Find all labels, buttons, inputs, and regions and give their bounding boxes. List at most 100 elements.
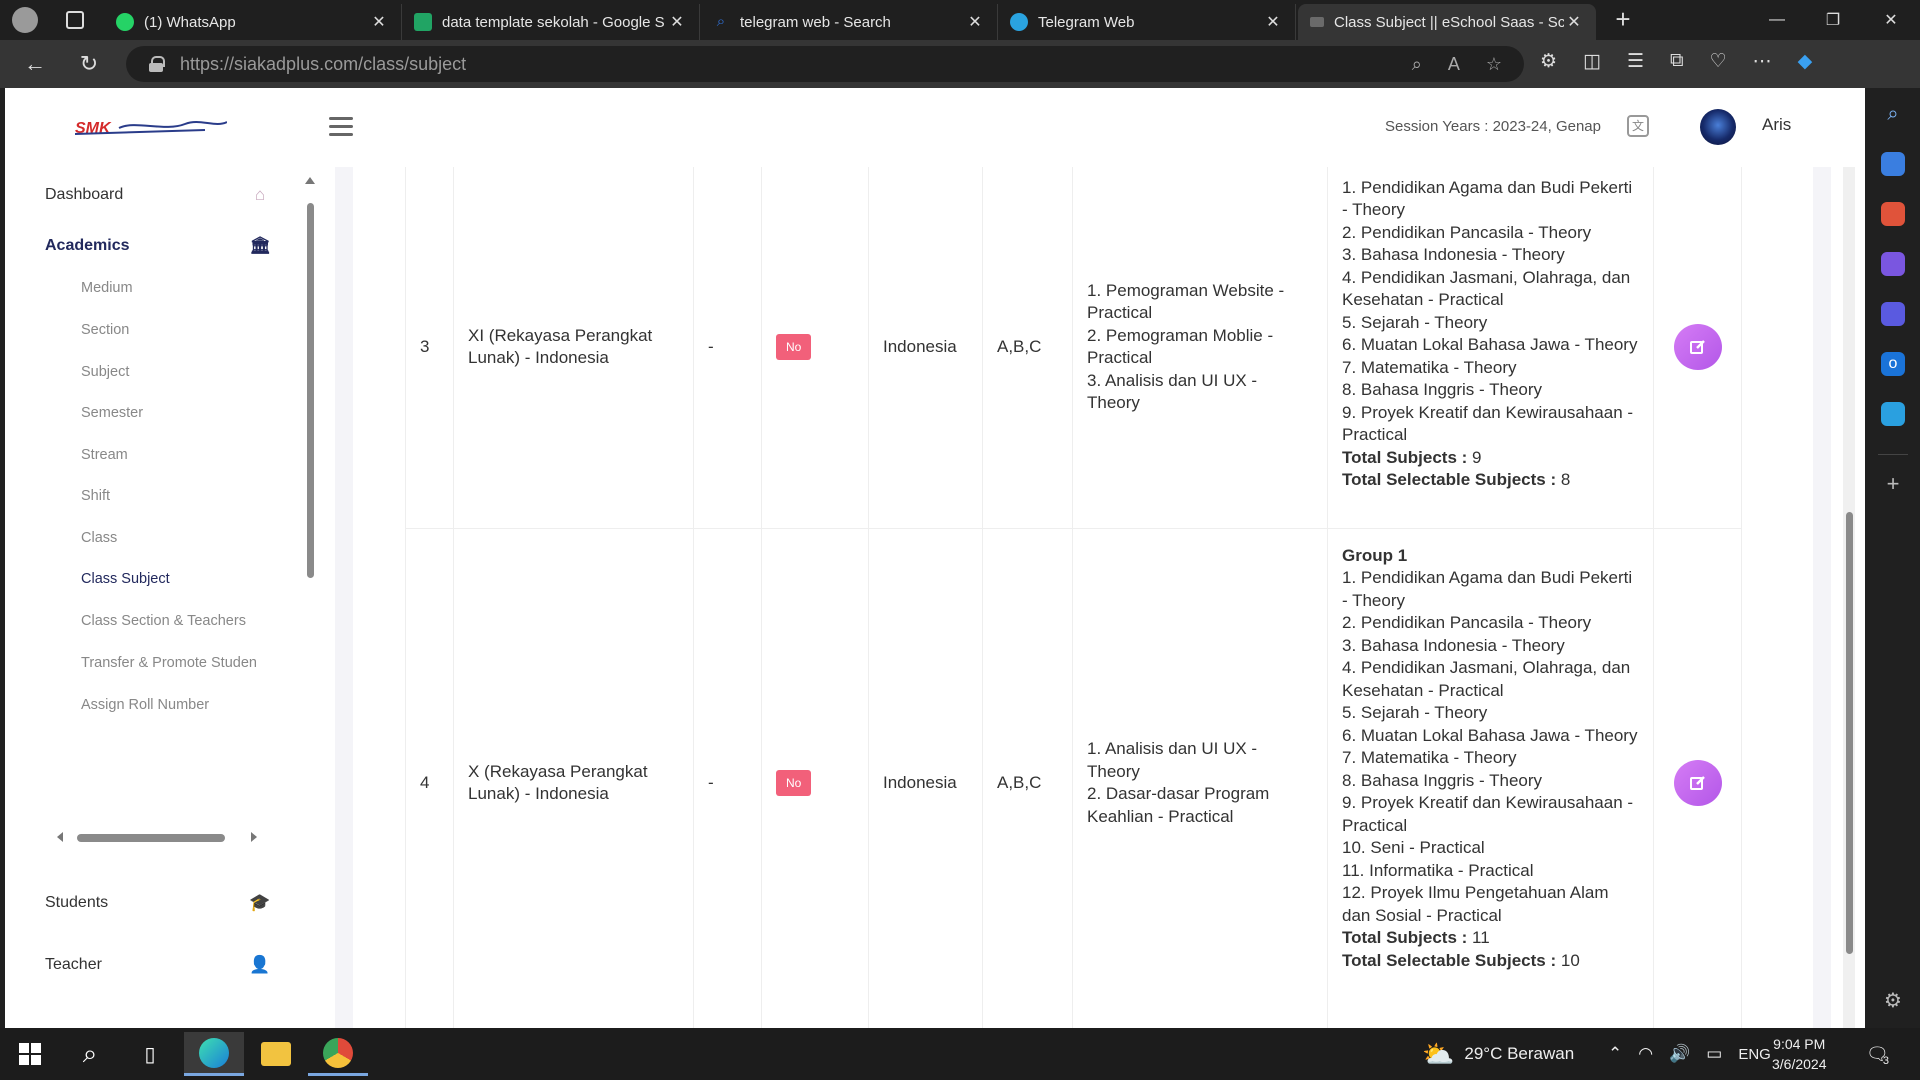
close-window-button[interactable]: ✕: [1870, 0, 1912, 40]
sidebar-sub-semester[interactable]: Semester: [81, 405, 143, 421]
list-item: 3. Analisis dan UI UX - Theory: [1087, 370, 1258, 413]
avatar[interactable]: [1700, 109, 1736, 145]
refresh-button[interactable]: ↻: [74, 50, 104, 78]
add-icon[interactable]: +: [1881, 471, 1905, 496]
taskbar-edge[interactable]: [184, 1032, 244, 1076]
sidebar-item-dashboard[interactable]: Dashboard ⌂: [45, 185, 270, 205]
zoom-icon[interactable]: ⌕: [1412, 54, 1422, 75]
list-item: 5. Sejarah - Theory: [1342, 312, 1488, 332]
sidebar-sub-assign-roll[interactable]: Assign Roll Number: [81, 697, 209, 713]
wifi-icon[interactable]: ◠: [1638, 1044, 1653, 1064]
close-icon[interactable]: ✕: [667, 12, 687, 32]
sidebar-item-students[interactable]: Students 🎓: [45, 893, 271, 913]
notification-count: 3: [1882, 1055, 1889, 1067]
language-icon[interactable]: 文: [1627, 115, 1649, 137]
address-bar[interactable]: https://siakadplus.com/class/subject ⌕ A…: [126, 46, 1524, 82]
list-item: 7. Matematika - Theory: [1342, 748, 1517, 767]
cell-medium: Indonesia: [868, 167, 983, 529]
back-button[interactable]: ←: [20, 50, 50, 78]
sidebar-sub-subject[interactable]: Subject: [81, 364, 129, 380]
scroll-thumb[interactable]: [77, 834, 225, 842]
tab-telegram[interactable]: Telegram Web ✕: [998, 4, 1296, 40]
sidebar-sub-section[interactable]: Section: [81, 322, 129, 338]
sidebar-sub-stream[interactable]: Stream: [81, 447, 128, 463]
clock[interactable]: 9:04 PM 3/6/2024: [1772, 1028, 1827, 1080]
scroll-left-icon[interactable]: [57, 832, 63, 842]
games-icon[interactable]: [1881, 252, 1905, 276]
list-item: 3. Bahasa Indonesia - Theory: [1342, 635, 1565, 655]
task-view-button[interactable]: ▯: [120, 1032, 180, 1076]
tab-whatsapp[interactable]: (1) WhatsApp ✕: [104, 4, 402, 40]
cell-sections: A,B,C: [982, 528, 1073, 1028]
outlook-icon[interactable]: o: [1881, 352, 1905, 376]
taskbar-file-explorer[interactable]: [246, 1032, 306, 1076]
shopping-icon[interactable]: [1881, 152, 1905, 176]
menu-toggle-button[interactable]: [329, 117, 353, 137]
sidebar-sub-class[interactable]: Class: [81, 530, 117, 546]
close-icon[interactable]: ✕: [965, 12, 985, 32]
scroll-up-icon[interactable]: [305, 177, 315, 184]
url-text[interactable]: https://siakadplus.com/class/subject: [180, 54, 466, 75]
tools-icon[interactable]: [1881, 202, 1905, 226]
favorite-star-icon[interactable]: ☆: [1486, 54, 1502, 75]
user-name[interactable]: Aris: [1762, 115, 1791, 135]
sidebar-item-academics[interactable]: Academics 🏛: [45, 236, 271, 256]
start-button[interactable]: [0, 1032, 60, 1076]
drop-icon[interactable]: [1881, 402, 1905, 426]
cell-core-subjects: 1. Pemograman Website - Practical 2. Pem…: [1072, 167, 1328, 529]
tab-actions-icon[interactable]: [66, 11, 84, 29]
total-subjects-value: 11: [1472, 928, 1490, 947]
copilot-sidebar-icon[interactable]: [1881, 302, 1905, 326]
read-aloud-icon[interactable]: A: [1448, 54, 1460, 75]
total-subjects: Total Subjects : 9: [1342, 447, 1639, 470]
weather-widget[interactable]: ⛅ 29°C Berawan: [1422, 1028, 1574, 1080]
school-logo[interactable]: SMK: [75, 118, 227, 136]
sidebar-sub-class-section-teachers[interactable]: Class Section & Teachers: [81, 613, 246, 629]
sidebar-horizontal-scrollbar[interactable]: [57, 831, 257, 843]
cell-core-subjects: 1. Analisis dan UI UX - Theory 2. Dasar-…: [1072, 528, 1328, 1028]
search-button[interactable]: ⌕: [60, 1032, 120, 1076]
copilot-icon[interactable]: ◆: [1798, 50, 1813, 73]
cell-no: 4: [405, 528, 454, 1028]
browser-essentials-icon[interactable]: ♡: [1710, 50, 1727, 73]
profile-avatar[interactable]: [12, 7, 38, 33]
collections-icon[interactable]: ⧉: [1670, 50, 1684, 73]
tab-google-sheets[interactable]: data template sekolah - Google S ✕: [402, 4, 700, 40]
sidebar-sub-transfer-promote[interactable]: Transfer & Promote Studen: [81, 655, 271, 671]
close-icon[interactable]: ✕: [369, 12, 389, 32]
close-icon[interactable]: ✕: [1564, 12, 1584, 32]
notification-center[interactable]: 🗨 3: [1866, 1028, 1889, 1080]
new-tab-button[interactable]: +: [1608, 4, 1638, 34]
tab-title: (1) WhatsApp: [144, 13, 236, 31]
sidebar-sub-medium[interactable]: Medium: [81, 280, 133, 296]
minimize-button[interactable]: —: [1756, 0, 1798, 40]
extensions-icon[interactable]: ⚙: [1540, 50, 1557, 73]
scroll-thumb[interactable]: [307, 203, 314, 578]
search-icon[interactable]: ⌕: [1881, 102, 1905, 126]
list-item: 2. Pendidikan Pancasila - Theory: [1342, 222, 1592, 242]
edit-button[interactable]: [1673, 760, 1722, 806]
page-vertical-scrollbar[interactable]: [1843, 167, 1855, 1028]
sidebar-sub-shift[interactable]: Shift: [81, 488, 110, 504]
chevron-up-icon[interactable]: ⌃: [1608, 1044, 1622, 1064]
sidebar-item-teacher[interactable]: Teacher 👤: [45, 955, 271, 975]
settings-icon[interactable]: ⚙: [1881, 988, 1905, 1012]
battery-icon[interactable]: ▭: [1706, 1044, 1722, 1064]
favorites-icon[interactable]: ☰: [1627, 50, 1644, 73]
restore-button[interactable]: ❐: [1812, 0, 1854, 40]
tab-class-subject[interactable]: Class Subject || eSchool Saas - Sc ✕: [1298, 4, 1596, 40]
taskbar-chrome[interactable]: [308, 1032, 368, 1076]
sidebar-sub-class-subject[interactable]: Class Subject: [81, 571, 170, 587]
weather-text: 29°C Berawan: [1464, 1044, 1575, 1063]
split-screen-icon[interactable]: ◫: [1583, 50, 1601, 73]
volume-icon[interactable]: 🔊: [1669, 1044, 1690, 1064]
sidebar-vertical-scrollbar[interactable]: [305, 177, 315, 1027]
close-icon[interactable]: ✕: [1263, 12, 1283, 32]
edit-button[interactable]: [1673, 324, 1722, 371]
tab-search[interactable]: ⌕ telegram web - Search ✕: [700, 4, 998, 40]
more-menu-icon[interactable]: ⋯: [1753, 50, 1772, 73]
language-indicator[interactable]: ENG: [1738, 1046, 1771, 1063]
scroll-thumb[interactable]: [1846, 512, 1853, 954]
browser-tabbar: (1) WhatsApp ✕ data template sekolah - G…: [0, 0, 1920, 40]
scroll-right-icon[interactable]: [251, 832, 257, 842]
